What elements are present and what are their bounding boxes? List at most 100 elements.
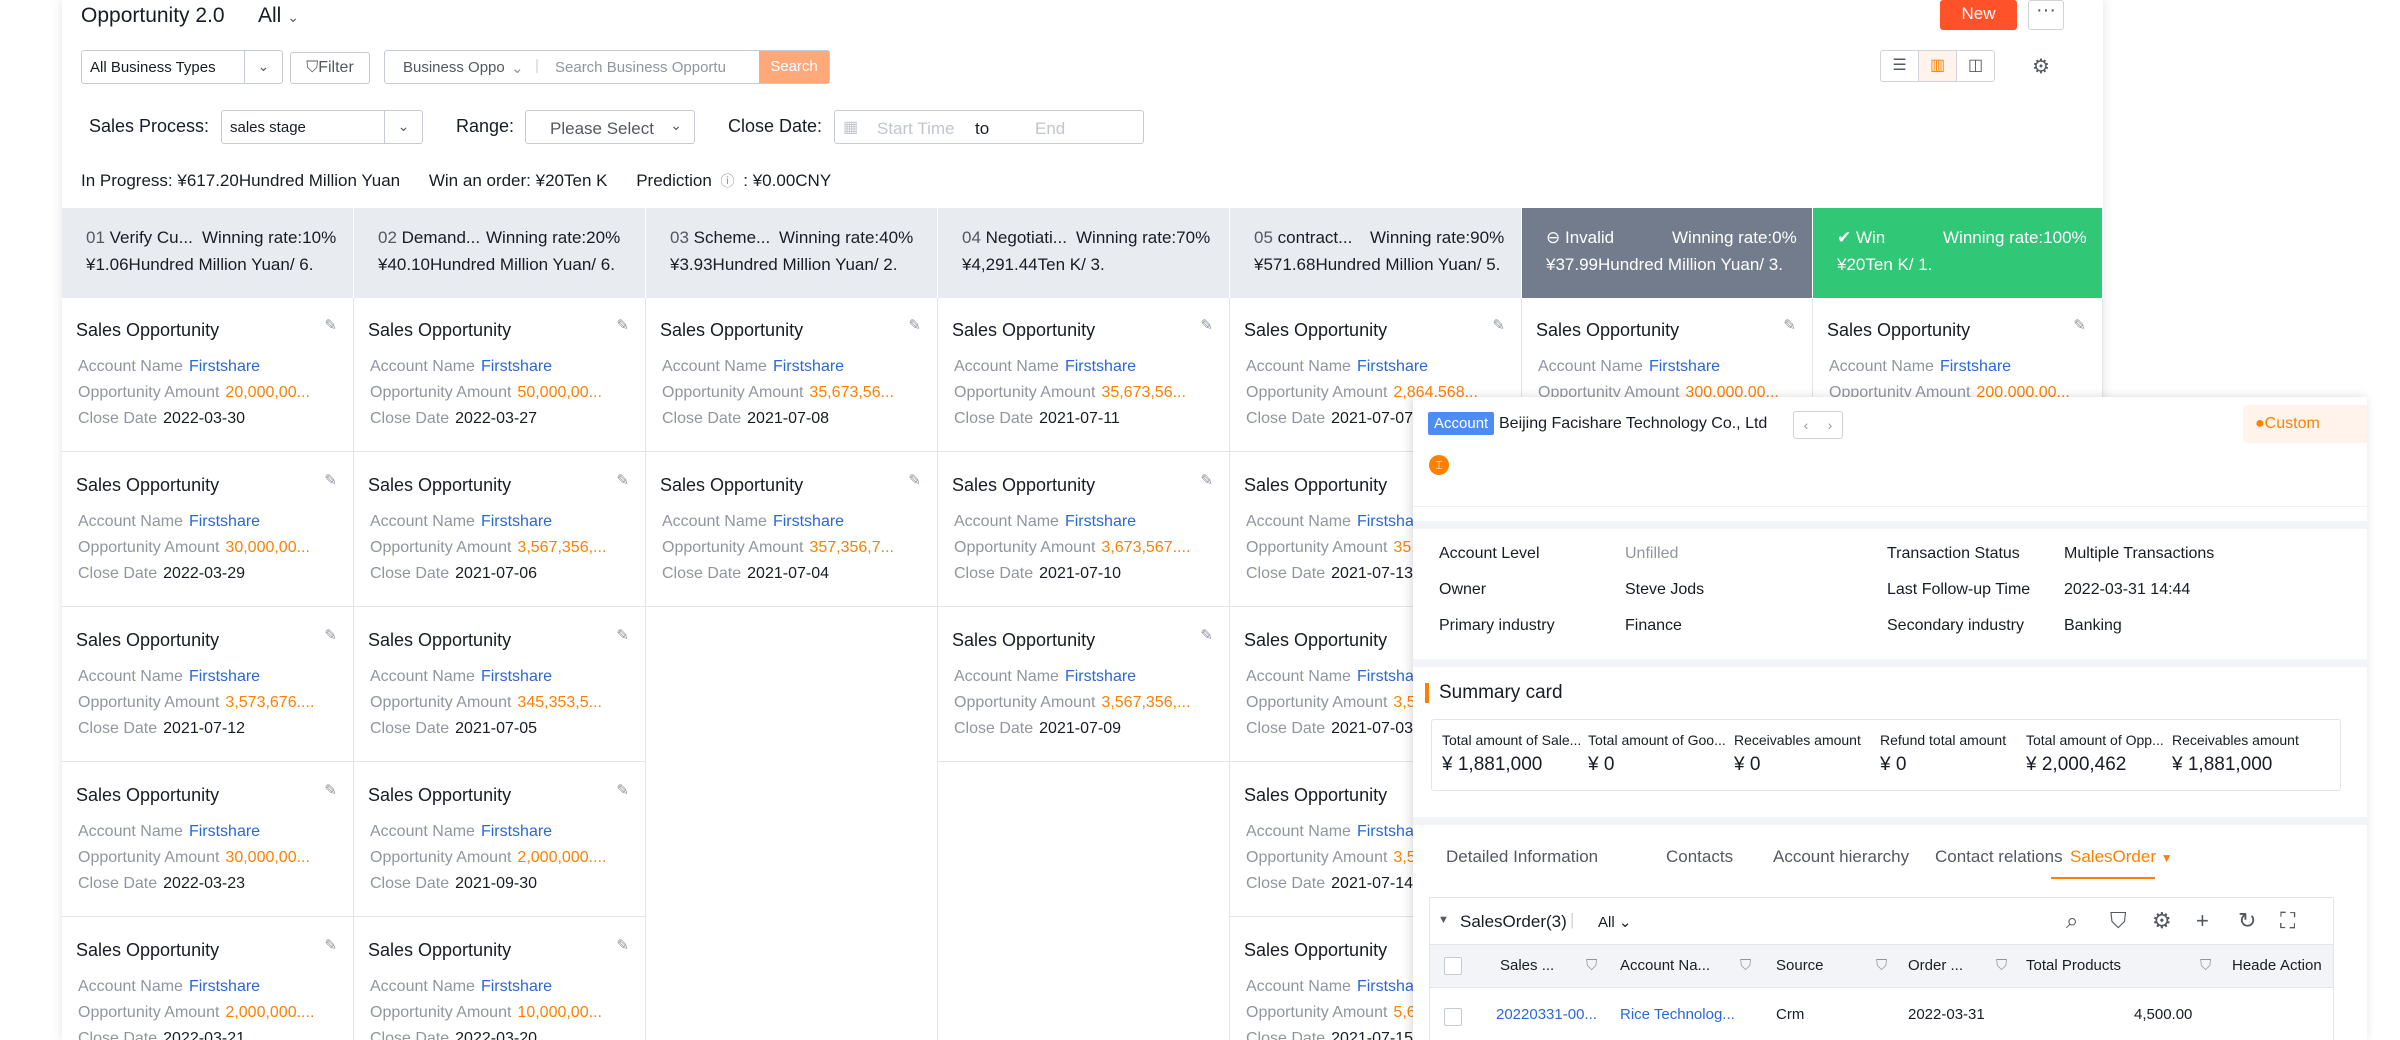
opportunity-card[interactable]: Sales Opportunity ✎ Account Name Firstshare… xyxy=(938,453,1229,607)
opportunity-card[interactable]: Sales Opportunity ✎ Account Name Firstshare… xyxy=(62,608,353,762)
edit-icon[interactable]: ✎ xyxy=(616,936,629,954)
column-header[interactable]: Source xyxy=(1776,957,1824,974)
opportunity-card[interactable]: Sales Opportunity ✎ Account Name Firstshare… xyxy=(354,918,645,1040)
tab-detailed-information[interactable]: Detailed Information xyxy=(1446,847,1598,867)
edit-icon[interactable]: ✎ xyxy=(616,316,629,334)
fullscreen-icon[interactable]: ⛶ xyxy=(2280,908,2295,934)
stage-win[interactable]: ✔ Win Winning rate:100% ¥20Ten K/ 1. xyxy=(1813,208,2103,298)
account-link[interactable]: Firstshare xyxy=(189,358,260,375)
opportunity-card[interactable]: Sales Opportunity ✎ Account Name Firstshare… xyxy=(62,918,353,1040)
opportunity-card[interactable]: Sales Opportunity ✎ Account Name Firstshare… xyxy=(354,608,645,762)
edit-icon[interactable]: ✎ xyxy=(324,936,337,954)
opportunity-card[interactable]: Sales Opportunity ✎ Account Name Firstshare… xyxy=(354,763,645,917)
row-checkbox[interactable] xyxy=(1444,1008,1462,1026)
edit-icon[interactable]: ✎ xyxy=(324,471,337,489)
split-view-icon[interactable]: ◫ xyxy=(1957,51,1994,81)
chevron-right-icon[interactable]: › xyxy=(1818,412,1842,438)
collapse-icon[interactable]: ▼ xyxy=(1438,914,1449,926)
stage-invalid[interactable]: ⊖ Invalid Winning rate:0% ¥37.99Hundred Mi… xyxy=(1522,208,1813,298)
account-link[interactable]: Firstshare xyxy=(189,823,260,840)
account-link[interactable]: Firstshare xyxy=(1357,358,1428,375)
account-link[interactable]: Firstshare xyxy=(1649,358,1720,375)
stage-contract[interactable]: 05 contract... Winning rate:90% ¥571.68Hun… xyxy=(1230,208,1522,298)
account-link[interactable]: Firstshare xyxy=(481,823,552,840)
edit-icon[interactable]: ✎ xyxy=(908,316,921,334)
filter-icon[interactable]: ⛉ xyxy=(2110,908,2127,934)
account-link[interactable]: Firstshare xyxy=(1065,668,1136,685)
owner-avatar[interactable]: ⌶ xyxy=(1429,455,1449,475)
opportunity-card[interactable]: Sales Opportunity ✎ Account Name Firstshare… xyxy=(62,298,353,452)
filter-icon[interactable]: ⛉ xyxy=(1740,957,1751,974)
edit-icon[interactable]: ✎ xyxy=(1200,316,1213,334)
list-view-icon[interactable]: ☰ xyxy=(1881,51,1919,81)
filter-icon[interactable]: ⛉ xyxy=(2200,957,2211,974)
kanban-view-icon[interactable]: ▥ xyxy=(1919,51,1957,81)
account-link[interactable]: Rice Technolog... xyxy=(1620,1006,1735,1023)
filter-icon[interactable]: ⛉ xyxy=(1876,957,1887,974)
edit-icon[interactable]: ✎ xyxy=(2073,316,2086,334)
gear-icon[interactable]: ⚙ xyxy=(2152,908,2172,934)
order-link[interactable]: 20220331-00... xyxy=(1496,1006,1597,1023)
business-type-select[interactable]: All Business Types ⌄ xyxy=(81,50,283,84)
view-selector[interactable]: All ⌄ xyxy=(258,4,299,28)
chevron-left-icon[interactable]: ‹ xyxy=(1794,412,1818,438)
account-link[interactable]: Firstshare xyxy=(1065,513,1136,530)
close-date-range[interactable]: ▦ Start Time to End xyxy=(834,110,1144,144)
filter-button[interactable]: ⛉Filter xyxy=(290,52,370,84)
column-header[interactable]: Action xyxy=(2280,957,2322,974)
opportunity-card[interactable]: Sales Opportunity ✎ Account Name Firstshare… xyxy=(354,453,645,607)
edit-icon[interactable]: ✎ xyxy=(616,781,629,799)
table-filter-select[interactable]: All ⌄ xyxy=(1598,913,1631,931)
tab-account-hierarchy[interactable]: Account hierarchy xyxy=(1773,847,1909,867)
opportunity-card[interactable]: Sales Opportunity ✎ Account Name Firstshare… xyxy=(62,453,353,607)
opportunity-card[interactable]: Sales Opportunity ✎ Account Name Firstshare… xyxy=(62,763,353,917)
start-time-input[interactable]: Start Time xyxy=(877,119,954,139)
range-select[interactable]: Please Select ⌄ xyxy=(525,110,695,144)
search-icon[interactable]: ⌕ xyxy=(2066,908,2078,934)
tab-salesorder[interactable]: SalesOrder ▼ xyxy=(2070,847,2173,867)
new-button[interactable]: New xyxy=(1940,0,2017,30)
settings-icon[interactable]: ⚙ xyxy=(2032,54,2050,79)
account-link[interactable]: Firstshare xyxy=(481,668,552,685)
account-link[interactable]: Firstshare xyxy=(481,978,552,995)
account-link[interactable]: Firstshare xyxy=(189,978,260,995)
stage-negotiation[interactable]: 04 Negotiati... Winning rate:70% ¥4,291.44… xyxy=(938,208,1230,298)
column-header[interactable]: Total Products xyxy=(2026,957,2121,974)
edit-icon[interactable]: ✎ xyxy=(908,471,921,489)
edit-icon[interactable]: ✎ xyxy=(324,316,337,334)
account-link[interactable]: Firstshare xyxy=(1065,358,1136,375)
customer-button[interactable]: ●Custom xyxy=(2243,405,2367,443)
search-input[interactable]: Search Business Opportu xyxy=(555,59,726,76)
account-link[interactable]: Firstshare xyxy=(189,513,260,530)
tab-contacts[interactable]: Contacts xyxy=(1666,847,1733,867)
search-button[interactable]: Search xyxy=(759,51,829,83)
account-link[interactable]: Firstshare xyxy=(773,513,844,530)
refresh-icon[interactable]: ↻ xyxy=(2238,908,2256,934)
more-button[interactable]: ··· xyxy=(2028,0,2064,30)
filter-icon[interactable]: ⛉ xyxy=(1586,957,1597,974)
search-scope-select[interactable]: Business Oppo xyxy=(403,59,505,76)
edit-icon[interactable]: ✎ xyxy=(1783,316,1796,334)
account-link[interactable]: Firstshare xyxy=(773,358,844,375)
edit-icon[interactable]: ✎ xyxy=(616,626,629,644)
account-link[interactable]: Firstshare xyxy=(189,668,260,685)
opportunity-card[interactable]: Sales Opportunity ✎ Account Name Firstshare… xyxy=(646,453,937,607)
opportunity-card[interactable]: Sales Opportunity ✎ Account Name Firstshare… xyxy=(938,298,1229,452)
stage-scheme[interactable]: 03 Scheme... Winning rate:40% ¥3.93Hundred… xyxy=(646,208,938,298)
edit-icon[interactable]: ✎ xyxy=(1492,316,1505,334)
stage-verify[interactable]: 01 Verify Cu... Winning rate:10% ¥1.06Hund… xyxy=(62,208,354,298)
add-icon[interactable]: + xyxy=(2196,908,2209,934)
edit-icon[interactable]: ✎ xyxy=(1200,626,1213,644)
opportunity-card[interactable]: Sales Opportunity ✎ Account Name Firstshare… xyxy=(938,608,1229,762)
sales-process-select[interactable]: sales stage ⌄ xyxy=(221,110,423,144)
help-icon[interactable]: ⓘ xyxy=(721,173,735,189)
edit-icon[interactable]: ✎ xyxy=(1200,471,1213,489)
opportunity-card[interactable]: Sales Opportunity ✎ Account Name Firstshare… xyxy=(646,298,937,452)
stage-demand[interactable]: 02 Demand... Winning rate:20% ¥40.10Hundre… xyxy=(354,208,646,298)
edit-icon[interactable]: ✎ xyxy=(324,781,337,799)
tab-contact-relations[interactable]: Contact relations xyxy=(1935,847,2063,867)
end-time-input[interactable]: End xyxy=(1035,119,1065,139)
opportunity-card[interactable]: Sales Opportunity ✎ Account Name Firstshare… xyxy=(354,298,645,452)
select-all-checkbox[interactable] xyxy=(1444,957,1462,975)
account-link[interactable]: Firstshare xyxy=(1940,358,2011,375)
